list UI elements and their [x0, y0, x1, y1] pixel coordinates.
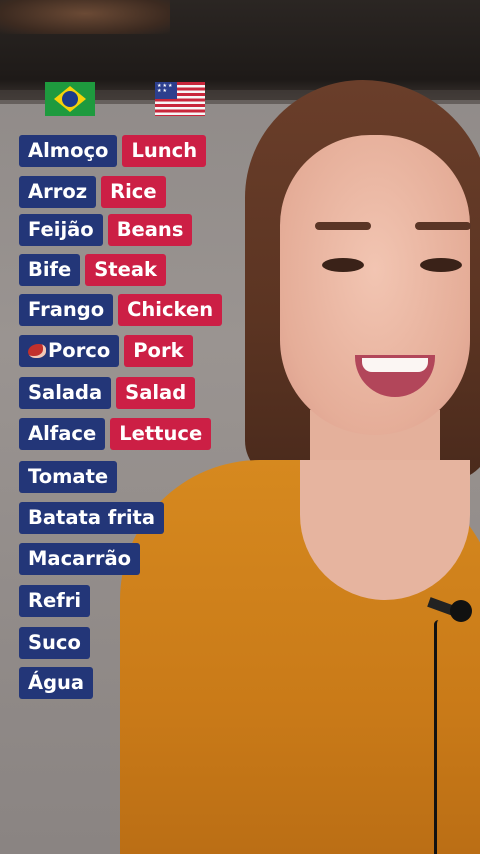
english-word: Pork	[124, 335, 193, 367]
portuguese-word: Batata frita	[19, 502, 165, 534]
vocab-row: Arroz Rice	[19, 176, 166, 208]
presenter-left-eye	[322, 258, 364, 272]
vocab-row: Feijão Beans	[19, 214, 193, 246]
video-frame: ★★★ ★★ Almoço Lunch Arroz Rice Feijão Be…	[0, 0, 480, 854]
portuguese-word: Salada	[19, 377, 112, 409]
english-word: Lettuce	[110, 418, 212, 450]
presenter-right-brow	[415, 222, 471, 230]
english-word: Beans	[107, 214, 193, 246]
vocab-row: Refri	[19, 585, 91, 617]
vocab-row: Frango Chicken	[19, 294, 223, 326]
portuguese-word: Suco	[19, 627, 90, 659]
brazil-flag-icon	[45, 82, 95, 116]
vocab-row: Porco Pork	[19, 335, 193, 367]
english-word: Rice	[101, 176, 166, 208]
portuguese-word-with-icon: Porco	[19, 335, 120, 367]
portuguese-word: Refri	[19, 585, 91, 617]
english-word: Chicken	[118, 294, 223, 326]
presenter-left-brow	[315, 222, 371, 230]
presenter-teeth	[362, 358, 428, 372]
vocab-row: Almoço Lunch	[19, 135, 207, 167]
vocab-row: Tomate	[19, 461, 118, 493]
portuguese-word: Bife	[19, 254, 81, 286]
portuguese-word: Frango	[19, 294, 114, 326]
english-word: Steak	[85, 254, 166, 286]
portuguese-word: Macarrão	[19, 543, 141, 575]
portuguese-word: Água	[19, 667, 94, 699]
portuguese-word: Porco	[48, 339, 111, 362]
usa-flag-canton: ★★★ ★★	[155, 82, 177, 99]
brazil-flag-globe	[62, 91, 78, 107]
english-word: Lunch	[122, 135, 207, 167]
portuguese-word: Almoço	[19, 135, 118, 167]
lapel-mic-icon	[450, 600, 472, 622]
mic-cable	[434, 620, 443, 854]
vocab-row: Água	[19, 667, 94, 699]
shelf-object	[0, 0, 170, 34]
vocab-row: Batata frita	[19, 502, 165, 534]
presenter-right-eye	[420, 258, 462, 272]
vocab-row: Bife Steak	[19, 254, 166, 286]
english-word: Salad	[116, 377, 196, 409]
portuguese-word: Arroz	[19, 176, 97, 208]
vocab-row: Suco	[19, 627, 90, 659]
portuguese-word: Feijão	[19, 214, 103, 246]
usa-flag-icon: ★★★ ★★	[155, 82, 205, 116]
vocab-row: Salada Salad	[19, 377, 196, 409]
portuguese-word: Tomate	[19, 461, 118, 493]
meat-emoji-icon	[28, 344, 46, 358]
vocab-row: Macarrão	[19, 543, 141, 575]
vocab-row: Alface Lettuce	[19, 418, 212, 450]
portuguese-word: Alface	[19, 418, 106, 450]
